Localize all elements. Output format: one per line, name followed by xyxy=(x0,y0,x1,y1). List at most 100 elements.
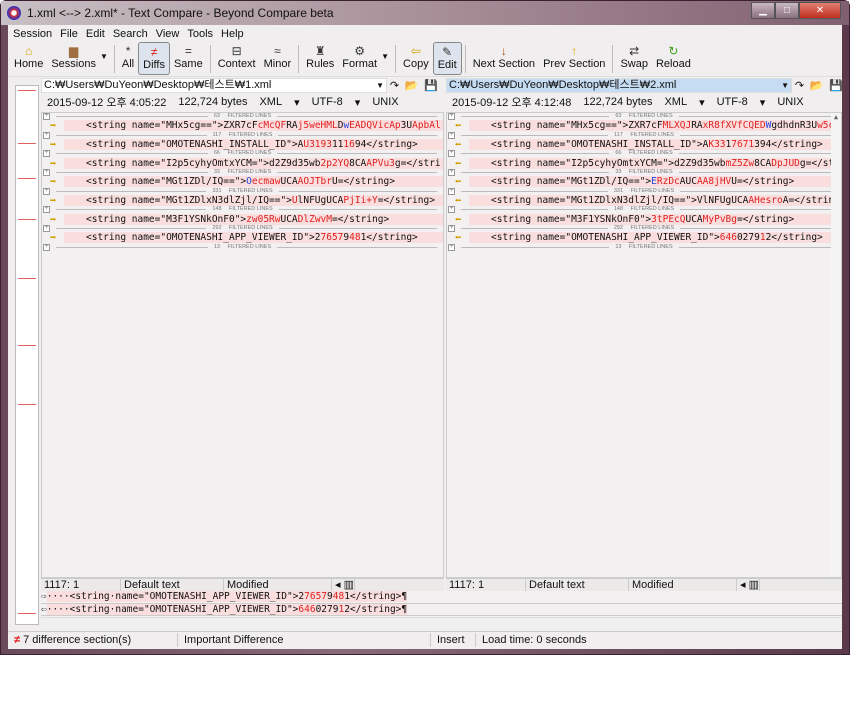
open-folder-icon[interactable]: 📂 xyxy=(810,79,824,92)
line-text[interactable]: <string name="MGt1ZDlxN3dlZjl/IQ==">UlNF… xyxy=(64,195,443,207)
filtered-lines-separator[interactable]: +117 FILTERED LINES xyxy=(42,131,443,139)
toolbar-dropdown-arrow[interactable]: ▼ xyxy=(381,52,389,61)
line-text[interactable]: <string name="I2p5cyhyOmtxYCM=">d2Z9d35w… xyxy=(64,157,443,169)
path-dropdown-icon[interactable]: ▼ xyxy=(376,79,384,92)
diff-line[interactable]: ➡ <string name="M3F1YSNkOnF0">zw05RwUCADl… xyxy=(42,213,443,225)
copy-left-arrow-icon[interactable]: ⬅ xyxy=(447,232,469,244)
difference-overview-map[interactable] xyxy=(15,85,39,625)
toolbar-diffs-button[interactable]: ≠ Diffs xyxy=(138,42,170,75)
horizontal-scrollbar[interactable] xyxy=(41,617,842,629)
toolbar-minor-button[interactable]: ≈ Minor xyxy=(260,42,296,75)
filtered-lines-separator[interactable]: +331 FILTERED LINES xyxy=(42,187,443,195)
path-dropdown-icon[interactable]: ▼ xyxy=(781,79,789,92)
diff-line[interactable]: ⬅ <string name="MHx5cg==">ZXR7cFMLXQJRAxR… xyxy=(447,120,841,132)
filtered-lines-separator[interactable]: +63 FILTERED LINES xyxy=(42,113,443,120)
expand-icon[interactable]: + xyxy=(43,150,50,158)
menu-file[interactable]: File xyxy=(60,28,78,40)
left-path-input[interactable]: C:₩Users₩DuYeon₩Desktop₩테스트₩1.xml ▼ xyxy=(41,78,387,93)
dropdown-arrow-icon[interactable]: ▾ xyxy=(294,96,300,109)
toolbar-edit-button[interactable]: ✎ Edit xyxy=(432,42,462,75)
expand-icon[interactable]: + xyxy=(448,150,455,158)
line-text[interactable]: <string name="M3F1YSNkOnF0">zw05RwUCADlZ… xyxy=(64,213,443,225)
expand-icon[interactable]: + xyxy=(43,131,50,139)
format-selector[interactable]: XML xyxy=(259,96,282,108)
expand-icon[interactable]: + xyxy=(43,187,50,195)
line-text[interactable]: <string name="I2p5cyhyOmtxYCM=">d2Z9d35w… xyxy=(469,157,841,169)
filtered-lines-separator[interactable]: +33 FILTERED LINES xyxy=(447,169,841,177)
right-path-input[interactable]: C:₩Users₩DuYeon₩Desktop₩테스트₩2.xml ▼ xyxy=(446,78,792,93)
eol-selector[interactable]: UNIX xyxy=(777,96,803,108)
copy-left-arrow-icon[interactable]: ⬅ xyxy=(447,139,469,151)
copy-right-arrow-icon[interactable]: ➡ xyxy=(42,195,64,207)
toolbar-swap-button[interactable]: ⇄ Swap xyxy=(616,42,652,75)
copy-right-arrow-icon[interactable]: ➡ xyxy=(42,120,64,132)
diff-line[interactable]: ➡ <string name="OMOTENASHI_INSTALL_ID">AU… xyxy=(42,139,443,151)
expand-icon[interactable]: + xyxy=(448,169,455,177)
copy-right-arrow-icon[interactable]: ➡ xyxy=(42,232,64,244)
diff-line[interactable]: ➡ <string name="MGt1ZDl/IQ==">OecmawUCAAO… xyxy=(42,176,443,188)
menu-edit[interactable]: Edit xyxy=(86,28,105,40)
copy-right-arrow-icon[interactable]: ➡ xyxy=(42,213,64,225)
menu-session[interactable]: Session xyxy=(13,28,52,40)
close-button[interactable]: ✕ xyxy=(799,2,841,19)
encoding-selector[interactable]: UTF-8 xyxy=(717,96,748,108)
copy-right-arrow-icon[interactable]: ➡ xyxy=(42,176,64,188)
history-arrow-icon[interactable]: ↷ xyxy=(795,79,804,92)
copy-right-arrow-icon[interactable]: ➡ xyxy=(42,157,64,169)
menu-view[interactable]: View xyxy=(156,28,180,40)
copy-left-arrow-icon[interactable]: ⬅ xyxy=(447,195,469,207)
line-text[interactable]: <string name="OMOTENASHI_APP_VIEWER_ID">… xyxy=(469,232,841,244)
filtered-lines-separator[interactable]: +331 FILTERED LINES xyxy=(447,187,841,195)
save-icon[interactable]: 💾 xyxy=(829,79,843,92)
encoding-selector[interactable]: UTF-8 xyxy=(312,96,343,108)
filtered-lines-separator[interactable]: +148 FILTERED LINES xyxy=(42,206,443,214)
open-folder-icon[interactable]: 📂 xyxy=(405,79,419,92)
right-text-content[interactable]: +63 FILTERED LINES ⬅ <string name="MHx5cg=… xyxy=(446,112,842,578)
line-text[interactable]: <string name="MGt1ZDl/IQ==">ERzDcAUCAA8j… xyxy=(469,176,841,188)
expand-icon[interactable]: + xyxy=(43,169,50,177)
line-text[interactable]: <string name="OMOTENASHI_INSTALL_ID">AU3… xyxy=(64,139,443,151)
filtered-lines-separator[interactable]: +292 FILTERED LINES xyxy=(42,225,443,233)
format-selector[interactable]: XML xyxy=(664,96,687,108)
maximize-button[interactable]: □ xyxy=(775,2,799,19)
diff-line[interactable]: ➡ <string name="MGt1ZDlxN3dlZjl/IQ==">UlN… xyxy=(42,195,443,207)
filtered-lines-separator[interactable]: +66 FILTERED LINES xyxy=(42,150,443,158)
line-text[interactable]: <string name="OMOTENASHI_APP_VIEWER_ID">… xyxy=(64,232,443,244)
diff-line[interactable]: ⬅ <string name="MGt1ZDl/IQ==">ERzDcAUCAA8… xyxy=(447,176,841,188)
toolbar-format-button[interactable]: ⚙ Format xyxy=(338,42,381,75)
expand-icon[interactable]: + xyxy=(448,187,455,195)
expand-icon[interactable]: + xyxy=(448,113,455,120)
expand-icon[interactable]: + xyxy=(448,131,455,139)
menu-tools[interactable]: Tools xyxy=(187,28,213,40)
toolbar-context-button[interactable]: ⊟ Context xyxy=(214,42,260,75)
line-text[interactable]: <string name="M3F1YSNkOnF0">3tPEcQUCAMyP… xyxy=(469,213,841,225)
expand-icon[interactable]: + xyxy=(43,225,50,233)
menu-search[interactable]: Search xyxy=(113,28,148,40)
filtered-lines-separator[interactable]: +117 FILTERED LINES xyxy=(447,131,841,139)
diff-line[interactable]: ➡ <string name="I2p5cyhyOmtxYCM=">d2Z9d35… xyxy=(42,157,443,169)
diff-line[interactable]: ➡ <string name="OMOTENASHI_APP_VIEWER_ID"… xyxy=(42,232,443,244)
expand-icon[interactable]: + xyxy=(448,243,455,251)
diff-line[interactable]: ⬅ <string name="OMOTENASHI_INSTALL_ID">AK… xyxy=(447,139,841,151)
expand-icon[interactable]: + xyxy=(448,225,455,233)
toolbar-reload-button[interactable]: ↻ Reload xyxy=(652,42,695,75)
copy-left-arrow-icon[interactable]: ⬅ xyxy=(447,213,469,225)
filtered-lines-separator[interactable]: +33 FILTERED LINES xyxy=(42,169,443,177)
diff-line[interactable]: ⬅ <string name="M3F1YSNkOnF0">3tPEcQUCAMy… xyxy=(447,213,841,225)
toolbar-copy-button[interactable]: ⇦ Copy xyxy=(399,42,433,75)
toolbar-next-section-button[interactable]: ↓ Next Section xyxy=(469,42,539,75)
pane-horizontal-scrollbar[interactable]: ◂ ▥ xyxy=(332,579,355,591)
save-icon[interactable]: 💾 xyxy=(424,79,438,92)
toolbar-prev-section-button[interactable]: ↑ Prev Section xyxy=(539,42,609,75)
expand-icon[interactable]: + xyxy=(43,113,50,120)
filtered-lines-separator[interactable]: +13 FILTERED LINES xyxy=(447,243,841,251)
expand-icon[interactable]: + xyxy=(43,243,50,251)
toolbar-same-button[interactable]: = Same xyxy=(170,42,207,75)
toolbar-dropdown-arrow[interactable]: ▼ xyxy=(100,52,108,61)
history-arrow-icon[interactable]: ↷ xyxy=(390,79,399,92)
filtered-lines-separator[interactable]: +13 FILTERED LINES xyxy=(42,243,443,251)
line-text[interactable]: <string name="MGt1ZDl/IQ==">OecmawUCAAOJ… xyxy=(64,176,443,188)
diff-line[interactable]: ⬅ <string name="MGt1ZDlxN3dlZjl/IQ==">VlN… xyxy=(447,195,841,207)
dropdown-arrow-icon[interactable]: ▾ xyxy=(760,96,766,109)
filtered-lines-separator[interactable]: +66 FILTERED LINES xyxy=(447,150,841,158)
